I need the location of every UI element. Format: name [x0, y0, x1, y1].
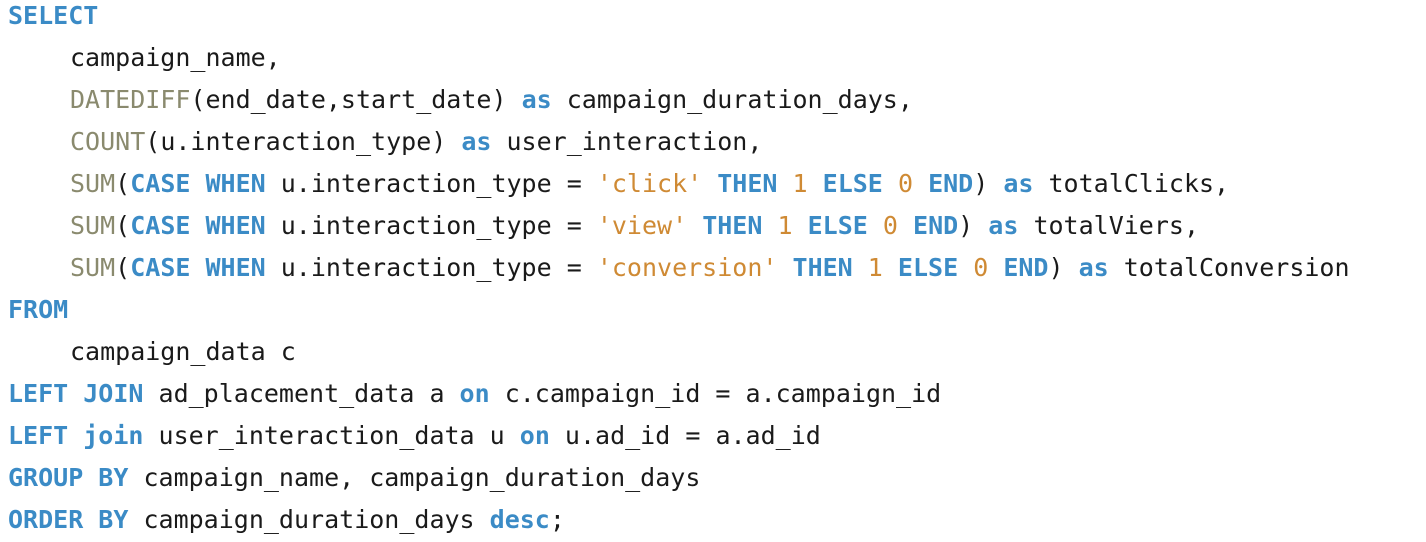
identifier-token: (end_date,start_date)	[190, 85, 522, 114]
identifier-token: u.ad_id = a.ad_id	[549, 421, 821, 450]
code-line: SUM(CASE WHEN u.interaction_type = 'view…	[8, 205, 1426, 247]
keyword-token: ELSE	[822, 169, 883, 198]
punctuation-token: (	[115, 211, 131, 240]
identifier-token: campaign_name,	[70, 43, 281, 72]
identifier-token	[883, 253, 898, 282]
identifier-token	[687, 211, 702, 240]
identifier-token	[702, 169, 717, 198]
code-line: SUM(CASE WHEN u.interaction_type = 'conv…	[8, 247, 1426, 289]
punctuation-token: (	[115, 169, 131, 198]
code-line: LEFT join user_interaction_data u on u.a…	[8, 415, 1426, 457]
punctuation-token: )	[958, 211, 989, 240]
identifier-token	[777, 169, 792, 198]
identifier-token: campaign_duration_days,	[551, 85, 913, 114]
identifier-token: u.interaction_type =	[265, 169, 597, 198]
keyword-token: END	[928, 169, 974, 198]
code-line: SELECT	[8, 0, 1426, 37]
keyword-token: CASE WHEN	[130, 169, 266, 198]
identifier-token	[958, 253, 973, 282]
number-token: 1	[777, 211, 793, 240]
keyword-token: LEFT JOIN	[8, 379, 144, 408]
keyword-token: desc	[489, 505, 550, 534]
number-token: 0	[897, 169, 913, 198]
keyword-token: as	[461, 127, 492, 156]
identifier-token: campaign_name, campaign_duration_days	[128, 463, 701, 492]
code-line: LEFT JOIN ad_placement_data a on c.campa…	[8, 373, 1426, 415]
keyword-token: as	[521, 85, 552, 114]
identifier-token: campaign_data c	[70, 337, 296, 366]
number-token: 1	[867, 253, 883, 282]
keyword-token: as	[1078, 253, 1109, 282]
identifier-token	[808, 169, 823, 198]
code-line: DATEDIFF(end_date,start_date) as campaig…	[8, 79, 1426, 121]
identifier-token: ad_placement_data a	[143, 379, 460, 408]
identifier-token	[853, 253, 868, 282]
identifier-token: u.interaction_type =	[265, 211, 597, 240]
code-line: campaign_name,	[8, 37, 1426, 79]
keyword-token: THEN	[792, 253, 853, 282]
identifier-token	[913, 169, 928, 198]
number-token: 0	[973, 253, 989, 282]
keyword-token: END	[913, 211, 959, 240]
identifier-token: u.interaction_type =	[265, 253, 597, 282]
keyword-token: END	[1003, 253, 1049, 282]
string-token: 'click'	[596, 169, 703, 198]
punctuation-token: )	[973, 169, 1004, 198]
string-token: 'view'	[596, 211, 688, 240]
keyword-token: on	[519, 421, 550, 450]
identifier-token: user_interaction_data u	[143, 421, 520, 450]
identifier-token: (u.interaction_type)	[145, 127, 462, 156]
identifier-token	[793, 211, 808, 240]
punctuation-token: )	[1048, 253, 1079, 282]
code-line: campaign_data c	[8, 331, 1426, 373]
keyword-token: FROM	[8, 295, 69, 324]
keyword-token: ORDER BY	[8, 505, 129, 534]
keyword-token: CASE WHEN	[130, 211, 266, 240]
keyword-token: THEN	[702, 211, 763, 240]
keyword-token: as	[988, 211, 1019, 240]
function-token: SUM	[70, 169, 116, 198]
function-token: SUM	[70, 211, 116, 240]
identifier-token: totalViers,	[1018, 211, 1200, 240]
identifier-token	[868, 211, 883, 240]
function-token: DATEDIFF	[70, 85, 191, 114]
code-line: SUM(CASE WHEN u.interaction_type = 'clic…	[8, 163, 1426, 205]
number-token: 1	[792, 169, 808, 198]
number-token: 0	[882, 211, 898, 240]
function-token: COUNT	[70, 127, 146, 156]
function-token: SUM	[70, 253, 116, 282]
keyword-token: THEN	[717, 169, 778, 198]
keyword-token: ELSE	[897, 253, 959, 282]
sql-code-view[interactable]: SELECT campaign_name, DATEDIFF(end_date,st…	[0, 0, 1426, 542]
keyword-token: SELECT	[8, 1, 99, 30]
identifier-token: user_interaction,	[491, 127, 763, 156]
code-line: FROM	[8, 289, 1426, 331]
identifier-token: c.campaign_id = a.campaign_id	[489, 379, 942, 408]
identifier-token	[883, 169, 898, 198]
keyword-token: on	[459, 379, 490, 408]
code-line: ORDER BY campaign_duration_days desc;	[8, 499, 1426, 541]
code-line: COUNT(u.interaction_type) as user_intera…	[8, 121, 1426, 163]
keyword-token: CASE WHEN	[130, 253, 266, 282]
keyword-token: LEFT join	[8, 421, 144, 450]
string-token: 'conversion'	[596, 253, 778, 282]
keyword-token: as	[1003, 169, 1034, 198]
keyword-token: ELSE	[807, 211, 868, 240]
identifier-token: totalClicks,	[1033, 169, 1230, 198]
identifier-token	[762, 211, 777, 240]
identifier-token	[898, 211, 913, 240]
punctuation-token: (	[115, 253, 131, 282]
code-line: GROUP BY campaign_name, campaign_duratio…	[8, 457, 1426, 499]
identifier-token	[988, 253, 1003, 282]
punctuation-token: ;	[549, 505, 565, 534]
identifier-token: campaign_duration_days	[128, 505, 490, 534]
keyword-token: GROUP BY	[8, 463, 129, 492]
identifier-token	[777, 253, 792, 282]
identifier-token: totalConversion	[1108, 253, 1350, 282]
